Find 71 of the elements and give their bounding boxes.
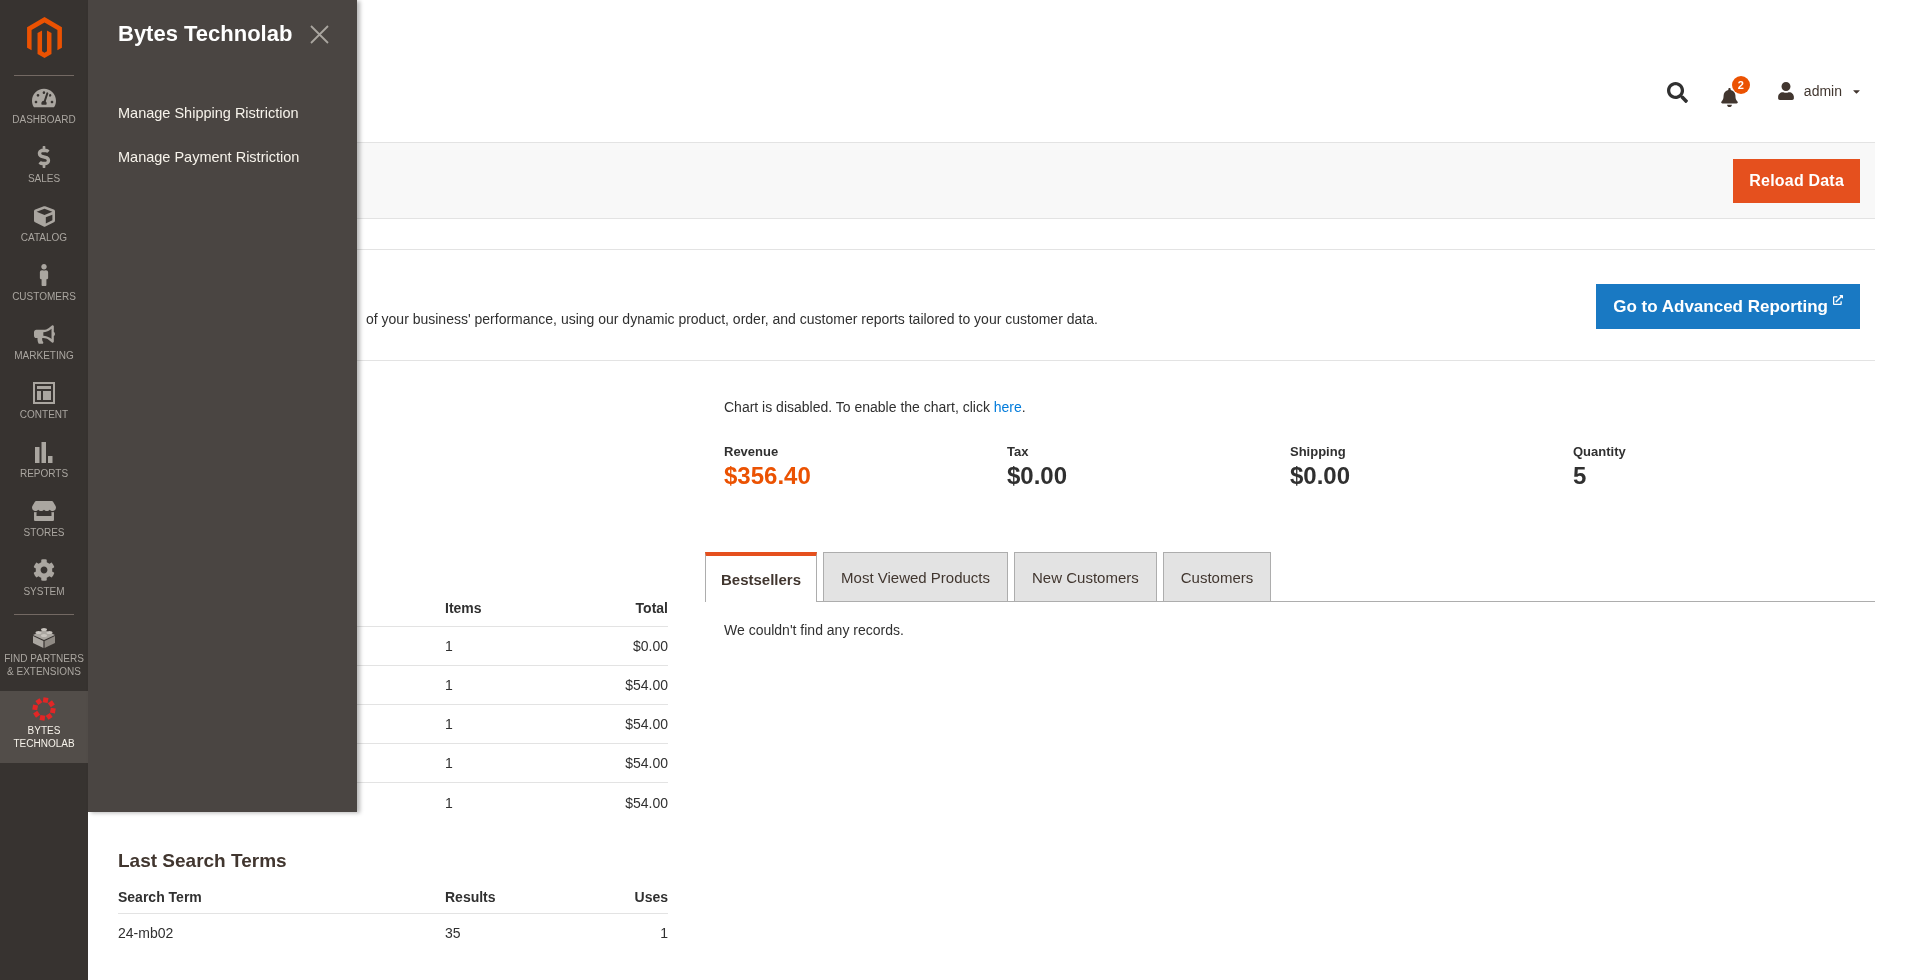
table-cell-text: 1: [445, 794, 454, 811]
user-menu-button[interactable]: admin: [1776, 82, 1862, 100]
flyout-title: Bytes Technolab: [118, 20, 293, 48]
table-cell-text: $54.00: [624, 716, 668, 732]
search-button[interactable]: [1666, 82, 1688, 103]
sidebar-item[interactable]: CUSTOMERS: [0, 257, 88, 316]
square-ring-icon: [32, 697, 56, 721]
table-cell-text: 1: [445, 755, 454, 771]
table-cell-text: 1: [659, 925, 668, 941]
sidebar-item[interactable]: SALES: [0, 139, 88, 198]
tab[interactable]: Most Viewed Products: [823, 552, 1009, 601]
chart-disabled-notice: Chart is disabled. To enable the chart, click here.: [724, 398, 1026, 417]
table-cell-text: 1: [445, 716, 454, 732]
column-header: Total: [634, 599, 668, 616]
tab[interactable]: Bestsellers: [705, 552, 818, 602]
advanced-reporting-button[interactable]: Go to Advanced Reporting: [1596, 284, 1860, 329]
section-title: Last Search Terms: [118, 849, 287, 873]
bar-chart-icon: [34, 441, 54, 463]
flyout-menu-item[interactable]: Manage Shipping Ristriction: [118, 91, 299, 135]
total-label: Shipping: [1290, 443, 1346, 461]
total-value: $0.00: [1007, 461, 1068, 491]
storefront-icon: [32, 499, 56, 523]
reporting-description: of your business' performance, using our dynamic product, order, and customer reports tailored to your customer data.: [366, 310, 1098, 329]
column-header: Results: [445, 888, 497, 905]
total-label: Revenue: [724, 443, 779, 461]
sidebar-item[interactable]: BYTES TECHNOLAB: [0, 691, 88, 763]
sidebar-item[interactable]: SYSTEM: [0, 552, 88, 611]
sidebar-item[interactable]: DASHBOARD: [0, 80, 88, 139]
gear-icon: [33, 559, 55, 581]
column-header: Items: [445, 599, 483, 616]
gauge-icon: [32, 86, 56, 110]
enable-chart-link[interactable]: here: [993, 399, 1022, 415]
bell-icon: [1719, 88, 1739, 107]
external-link-icon: [1833, 295, 1843, 305]
table-cell-text: $54.00: [624, 677, 668, 693]
table-cell-text: $54.00: [624, 794, 668, 811]
tab[interactable]: Customers: [1162, 552, 1272, 601]
column-header: Search Term: [118, 888, 203, 905]
notifications-button[interactable]: 2: [1719, 76, 1751, 107]
table-cell-text: 24-mb02: [118, 925, 175, 941]
sidebar-item[interactable]: CONTENT: [0, 375, 88, 434]
logo-icon[interactable]: [26, 17, 62, 58]
close-button[interactable]: [310, 24, 329, 44]
empty-message: We couldn't find any records.: [724, 621, 904, 640]
notification-count-badge: 2: [1731, 76, 1750, 94]
sidebar-item[interactable]: MARKETING: [0, 316, 88, 375]
sidebar-item[interactable]: CATALOG: [0, 198, 88, 257]
brick-icon: [32, 626, 56, 648]
column-header: Uses: [633, 888, 668, 905]
table-cell-text: 1: [445, 638, 454, 654]
total-label: Quantity: [1573, 443, 1626, 461]
cube-icon: [33, 205, 55, 227]
flyout-menu-item[interactable]: Manage Payment Ristriction: [118, 135, 300, 179]
total-label: Tax: [1007, 443, 1029, 461]
sidebar-item[interactable]: FIND PARTNERS & EXTENSIONS: [0, 619, 88, 691]
table-cell-text: 35: [445, 925, 462, 941]
layout-icon: [33, 382, 55, 404]
sidebar-item[interactable]: STORES: [0, 493, 88, 552]
close-icon: [310, 24, 329, 44]
total-value: $356.40: [724, 461, 811, 491]
total-value: 5: [1573, 461, 1587, 491]
tab[interactable]: New Customers: [1014, 552, 1157, 601]
search-icon: [1666, 82, 1688, 103]
sidebar-item[interactable]: REPORTS: [0, 434, 88, 493]
table-cell-text: $0.00: [631, 638, 668, 654]
table-cell-text: $54.00: [624, 755, 668, 771]
total-value: $0.00: [1290, 461, 1351, 491]
reload-data-button[interactable]: Reload Data: [1733, 158, 1860, 203]
table-cell-text: 1: [445, 677, 454, 693]
user-icon: [1776, 82, 1795, 100]
megaphone-icon: [33, 323, 55, 345]
